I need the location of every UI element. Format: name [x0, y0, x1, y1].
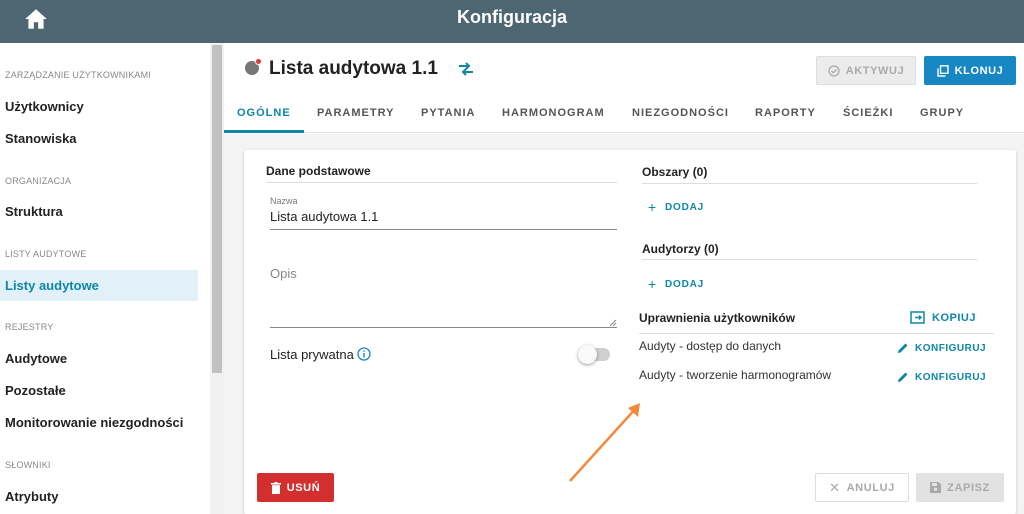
sidebar-section-audit-lists: LISTY AUDYTOWE — [5, 249, 87, 259]
permission-row-label: Audyty - dostęp do danych — [639, 339, 782, 353]
save-button-label: ZAPISZ — [947, 481, 990, 494]
top-bar: Konfiguracja — [0, 0, 1024, 43]
sidebar-section-users: ZARZĄDZANIE UŻYTKOWNIKAMI — [5, 70, 152, 80]
plus-icon: + — [648, 276, 657, 292]
cancel-button[interactable]: ✕ ANULUJ — [815, 473, 909, 502]
active-tab-indicator — [224, 130, 304, 133]
configure-button[interactable]: KONFIGURUJ — [897, 342, 986, 354]
tab-general[interactable]: OGÓLNE — [237, 107, 291, 119]
description-field[interactable]: Opis — [270, 266, 297, 281]
areas-divider — [642, 183, 977, 184]
sidebar-scrollbar[interactable] — [210, 43, 224, 514]
add-auditor-label: DODAJ — [664, 278, 704, 290]
sidebar-section-dictionaries: SŁOWNIKI — [5, 460, 51, 470]
tab-parameters[interactable]: PARAMETRY — [317, 107, 394, 119]
add-area-label: DODAJ — [664, 201, 704, 213]
trash-icon — [270, 481, 281, 494]
sidebar-item-audit-registers[interactable]: Audytowe — [0, 343, 198, 374]
resize-handle-icon[interactable] — [609, 319, 617, 327]
tab-nonconformities[interactable]: NIEZGODNOŚCI — [632, 107, 729, 119]
tab-reports[interactable]: RAPORTY — [755, 107, 816, 119]
configure-label: KONFIGURUJ — [915, 342, 987, 354]
activate-button[interactable]: AKTYWUJ — [816, 56, 916, 85]
sidebar-item-nonconformity-monitoring[interactable]: Monitorowanie niezgodności — [0, 407, 198, 438]
page-title: Lista audytowa 1.1 — [269, 58, 438, 79]
private-list-toggle[interactable] — [578, 345, 610, 364]
sidebar-item-other[interactable]: Pozostałe — [0, 375, 198, 406]
swap-icon[interactable] — [458, 61, 474, 77]
cancel-button-label: ANULUJ — [846, 481, 895, 494]
auditors-title: Audytorzy (0) — [642, 242, 719, 256]
configure-label: KONFIGURUJ — [915, 371, 987, 383]
sidebar-section-registers: REJESTRY — [5, 322, 54, 332]
tab-paths[interactable]: ŚCIEŻKI — [843, 107, 893, 119]
annotation-arrow-icon — [569, 403, 640, 482]
plus-icon: + — [648, 199, 657, 215]
add-auditor-button[interactable]: + DODAJ — [648, 276, 704, 292]
name-field[interactable]: Lista audytowa 1.1 — [270, 209, 378, 224]
tab-bar: OGÓLNE PARAMETRY PYTANIA HARMONOGRAM NIE… — [224, 94, 1024, 133]
tab-questions[interactable]: PYTANIA — [421, 107, 475, 119]
pencil-icon — [898, 343, 908, 353]
sidebar: ZARZĄDZANIE UŻYTKOWNIKAMI Użytkownicy St… — [0, 43, 210, 514]
add-area-button[interactable]: + DODAJ — [648, 199, 704, 215]
sidebar-section-organization: ORGANIZACJA — [5, 176, 72, 186]
tab-groups[interactable]: GRUPY — [920, 107, 964, 119]
name-field-underline — [270, 229, 617, 230]
permission-row-label: Audyty - tworzenie harmonogramów — [639, 368, 832, 382]
copy-label: KOPIUJ — [932, 312, 976, 324]
description-field-underline — [270, 327, 617, 328]
sidebar-item-attributes[interactable]: Atrybuty — [0, 481, 198, 512]
scrollbar-thumb[interactable] — [212, 45, 222, 373]
activate-button-label: AKTYWUJ — [845, 64, 905, 77]
clone-icon — [936, 64, 949, 77]
basic-data-title: Dane podstawowe — [266, 164, 371, 178]
private-list-label: Lista prywatna — [270, 347, 354, 362]
app-title: Konfiguracja — [456, 7, 567, 27]
sidebar-item-users[interactable]: Użytkownicy — [0, 91, 198, 122]
name-field-label: Nazwa — [270, 196, 298, 206]
clone-button-label: KLONUJ — [954, 64, 1004, 77]
copy-icon — [910, 311, 925, 324]
close-icon: ✕ — [829, 479, 841, 495]
copy-permissions-button[interactable]: KOPIUJ — [910, 311, 976, 325]
sidebar-item-audit-lists[interactable]: Listy audytowe — [0, 270, 198, 301]
sidebar-item-positions[interactable]: Stanowiska — [0, 123, 198, 154]
permissions-divider — [639, 333, 994, 334]
pencil-icon — [898, 372, 908, 382]
info-icon[interactable] — [357, 347, 371, 361]
sidebar-item-structure[interactable]: Struktura — [0, 196, 198, 227]
auditors-divider — [642, 259, 977, 260]
clone-button[interactable]: KLONUJ — [924, 56, 1016, 85]
delete-button-label: USUŃ — [286, 481, 321, 494]
save-icon — [930, 482, 942, 493]
areas-title: Obszary (0) — [642, 165, 708, 179]
save-button[interactable]: ZAPISZ — [916, 473, 1004, 502]
check-circle-icon — [828, 64, 840, 77]
permissions-title: Uprawnienia użytkowników — [639, 311, 796, 325]
delete-button[interactable]: USUŃ — [257, 473, 334, 502]
configure-button[interactable]: KONFIGURUJ — [897, 371, 986, 383]
tab-schedule[interactable]: HARMONOGRAM — [502, 107, 605, 119]
status-indicator-icon — [245, 58, 262, 75]
section-divider — [266, 182, 617, 183]
